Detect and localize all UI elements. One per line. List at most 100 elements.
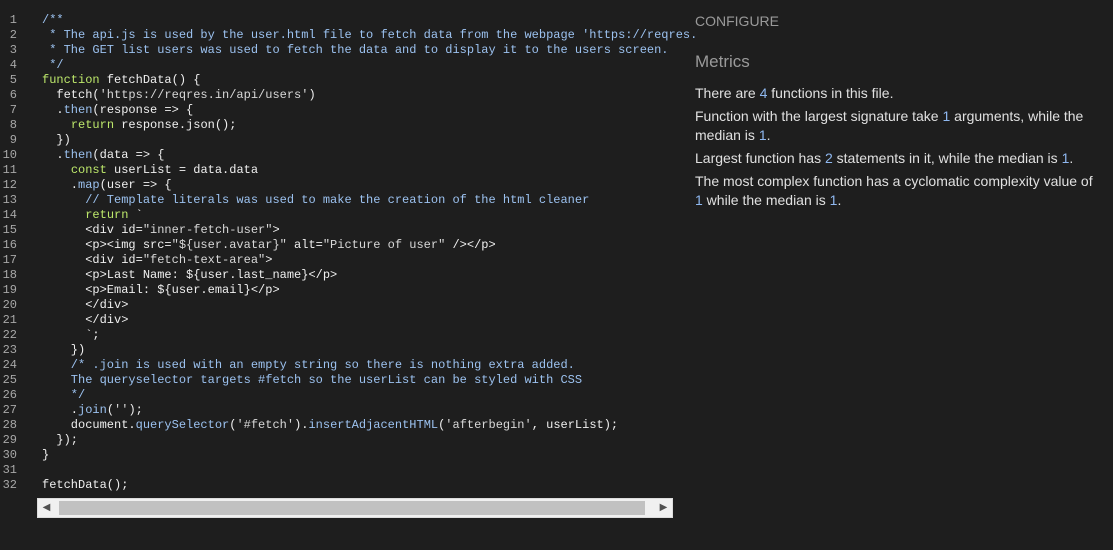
code-line: 18 <p>Last Name: ${user.last_name}</p> xyxy=(0,268,338,283)
code-token: "Picture of user" xyxy=(322,238,446,252)
code-text: }); xyxy=(42,433,78,448)
line-number: 9 xyxy=(9,133,17,147)
code-token: /** xyxy=(42,13,64,27)
horizontal-scrollbar[interactable]: ◀ ▶ xyxy=(37,498,673,518)
code-line: 26 */ xyxy=(0,388,86,403)
code-line: 23 }) xyxy=(0,343,86,358)
code-text: /** xyxy=(42,13,64,28)
scrollbar-thumb[interactable] xyxy=(59,501,645,515)
code-lines: 1/** 2 * The api.js is used by the user.h… xyxy=(0,13,698,493)
code-token: fetchData(); xyxy=(42,478,129,492)
code-text: }) xyxy=(42,343,85,358)
code-token: ` xyxy=(128,208,143,222)
code-token: userList = data.data xyxy=(106,163,259,177)
metrics-body: There are 4 functions in this file. Func… xyxy=(695,84,1095,214)
code-text: * The GET list users was used to fetch t… xyxy=(42,43,668,58)
code-token: alt= xyxy=(286,238,323,252)
code-token: insertAdjacentHTML xyxy=(308,418,439,432)
line-number: 31 xyxy=(2,463,17,477)
code-token: > xyxy=(272,223,280,237)
line-number: 10 xyxy=(2,148,17,162)
code-token: fetch( xyxy=(42,88,100,102)
metric-value: 1 xyxy=(695,192,703,208)
code-token: <p>Email: ${user.email}</p> xyxy=(42,283,280,297)
code-line: 12 .map(user => { xyxy=(0,178,172,193)
line-number: 16 xyxy=(2,238,17,252)
code-token: */ xyxy=(42,58,64,72)
code-token: <p>Last Name: ${user.last_name}</p> xyxy=(42,268,338,282)
code-token: }); xyxy=(42,433,79,447)
code-token: // Template literals was used to make th… xyxy=(42,193,590,207)
code-token: > xyxy=(265,253,273,267)
code-text: <p>Email: ${user.email}</p> xyxy=(42,283,280,298)
code-token: . xyxy=(42,103,64,117)
code-token: }) xyxy=(42,133,71,147)
code-token: , userList); xyxy=(531,418,619,432)
code-text: .map(user => { xyxy=(42,178,172,193)
metrics-heading: Metrics xyxy=(695,52,750,71)
code-token: * The api.js is used by the user.html fi… xyxy=(42,28,698,42)
triangle-right-icon[interactable]: ▶ xyxy=(655,499,672,517)
code-token: querySelector xyxy=(135,418,230,432)
code-text: <div id="inner-fetch-user"> xyxy=(42,223,280,238)
code-editor[interactable]: 1/** 2 * The api.js is used by the user.h… xyxy=(0,0,698,550)
code-token: . xyxy=(42,403,79,417)
code-line: 8 return response.json(); xyxy=(0,118,237,133)
line-number: 30 xyxy=(2,448,17,462)
metric-text: . xyxy=(1069,150,1074,166)
app-window: 1/** 2 * The api.js is used by the user.h… xyxy=(0,0,1113,550)
line-number: 18 xyxy=(2,268,17,282)
code-token: </div> xyxy=(42,298,129,312)
line-number: 14 xyxy=(2,208,17,222)
code-line: 20 </div> xyxy=(0,298,129,313)
code-line: 6 fetch('https://reqres.in/api/users') xyxy=(0,88,316,103)
line-number: 21 xyxy=(2,313,17,327)
code-line: 9 }) xyxy=(0,133,71,148)
code-line: 29 }); xyxy=(0,433,78,448)
line-number: 24 xyxy=(2,358,17,372)
code-line: 14 return ` xyxy=(0,208,143,223)
code-token: */ xyxy=(42,388,86,402)
code-text: `; xyxy=(42,328,100,343)
code-token: /* .join is used with an empty string so… xyxy=(42,358,575,372)
code-token: <div id= xyxy=(42,223,143,237)
line-number: 5 xyxy=(9,73,17,87)
line-number: 27 xyxy=(2,403,17,417)
code-token: "${user.avatar}" xyxy=(171,238,287,252)
metric-signature: Function with the largest signature take… xyxy=(695,107,1095,145)
code-line: 30} xyxy=(0,448,50,463)
metric-statements: Largest function has 2 statements in it,… xyxy=(695,149,1095,168)
code-line: 10 .then(data => { xyxy=(0,148,165,163)
code-token: /></p> xyxy=(445,238,496,252)
metric-text: statements in it, while the median is xyxy=(832,150,1062,166)
metric-text: The most complex function has a cyclomat… xyxy=(695,173,1093,189)
code-line: 5 function fetchData() { xyxy=(0,73,201,88)
code-text: // Template literals was used to make th… xyxy=(42,193,589,208)
code-token: return xyxy=(85,208,129,222)
code-token: (data => { xyxy=(92,148,165,162)
line-number: 15 xyxy=(2,223,17,237)
code-line: 22 `; xyxy=(0,328,100,343)
code-text: fetchData(); xyxy=(42,478,128,493)
code-token: } xyxy=(42,448,50,462)
configure-link[interactable]: CONFIGURE xyxy=(695,13,779,29)
code-token: '' xyxy=(114,403,129,417)
metric-text: There are xyxy=(695,85,760,101)
code-line: 7 .then(response => { xyxy=(0,103,193,118)
metric-text: Largest function has xyxy=(695,150,825,166)
triangle-left-icon[interactable]: ◀ xyxy=(38,499,55,517)
code-line: 27 .join(''); xyxy=(0,403,143,418)
code-line: 25 The queryselector targets #fetch so t… xyxy=(0,373,583,388)
code-text: <p>Last Name: ${user.last_name}</p> xyxy=(42,268,337,283)
code-token: ( xyxy=(106,403,115,417)
code-token: `; xyxy=(42,328,100,342)
code-token: <div id= xyxy=(42,253,143,267)
line-number: 12 xyxy=(2,178,17,192)
line-number: 26 xyxy=(2,388,17,402)
code-line: 24 /* .join is used with an empty string… xyxy=(0,358,575,373)
code-token: ). xyxy=(294,418,309,432)
line-number: 32 xyxy=(2,478,17,492)
code-text: */ xyxy=(42,58,64,73)
line-number: 28 xyxy=(2,418,17,432)
